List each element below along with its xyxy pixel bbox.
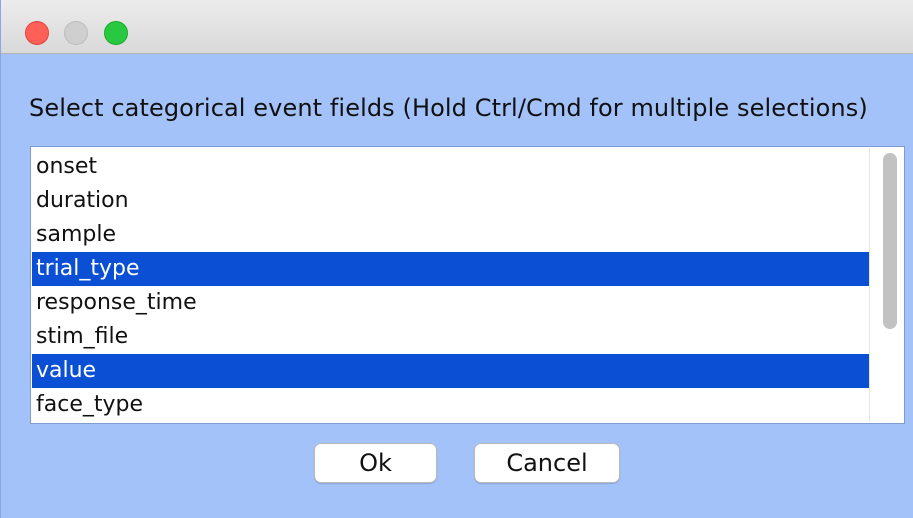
cancel-button[interactable]: Cancel [474, 443, 620, 483]
list-item-trial-type[interactable]: trial_type [32, 252, 871, 286]
ok-button[interactable]: Ok [314, 443, 437, 483]
list-item-face-type[interactable]: face_type [32, 388, 871, 422]
zoom-window-icon[interactable] [104, 21, 128, 45]
list-item-onset[interactable]: onset [32, 150, 871, 184]
scrollbar-thumb[interactable] [883, 153, 897, 329]
list-scrollbar[interactable] [869, 148, 903, 422]
dialog-prompt: Select categorical event fields (Hold Ct… [29, 94, 868, 122]
dialog-window: Select categorical event fields (Hold Ct… [0, 0, 913, 518]
close-window-icon[interactable] [25, 21, 49, 45]
list-item-sample[interactable]: sample [32, 218, 871, 252]
event-fields-list: onset duration sample trial_type respons… [32, 150, 871, 422]
list-item-duration[interactable]: duration [32, 184, 871, 218]
minimize-window-icon [64, 21, 88, 45]
title-bar[interactable] [1, 0, 913, 54]
list-item-value[interactable]: value [32, 354, 871, 388]
event-fields-listbox[interactable]: onset duration sample trial_type respons… [30, 146, 905, 424]
list-item-response-time[interactable]: response_time [32, 286, 871, 320]
list-item-stim-file[interactable]: stim_file [32, 320, 871, 354]
